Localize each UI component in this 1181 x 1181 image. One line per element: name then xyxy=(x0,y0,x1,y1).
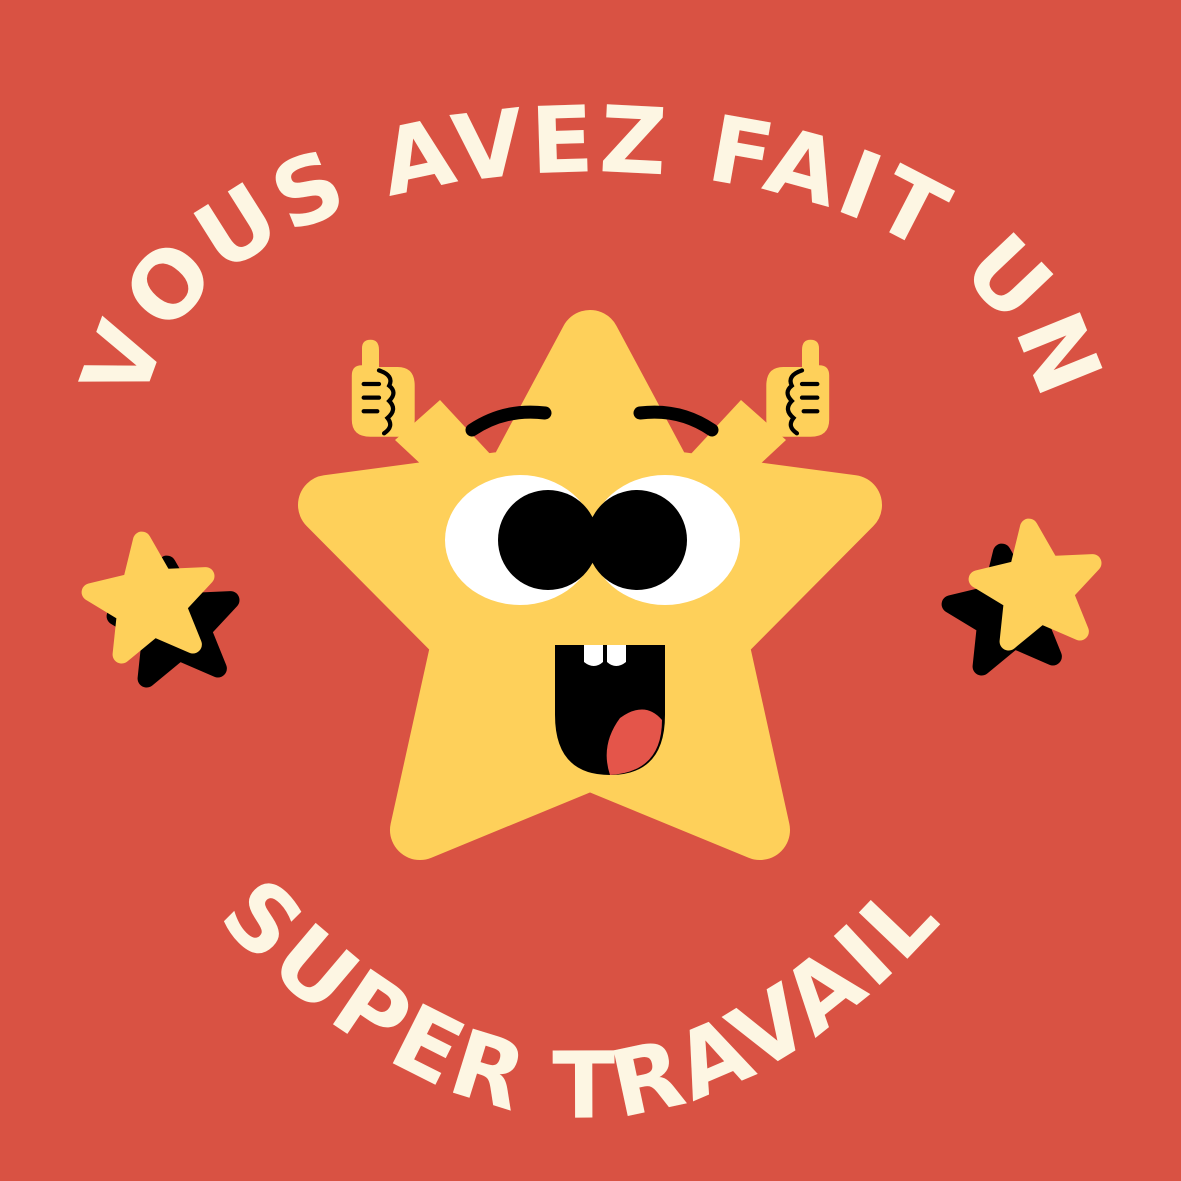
sticker-artwork: VOUS AVEZ FAIT UN SUPER TRAVAIL xyxy=(0,0,1181,1181)
tooth-right xyxy=(607,645,626,666)
right-pupil xyxy=(587,490,687,590)
open-mouth xyxy=(555,645,665,775)
sticker-canvas: VOUS AVEZ FAIT UN SUPER TRAVAIL xyxy=(0,0,1181,1181)
tooth-left xyxy=(584,645,603,666)
left-pupil xyxy=(498,490,598,590)
